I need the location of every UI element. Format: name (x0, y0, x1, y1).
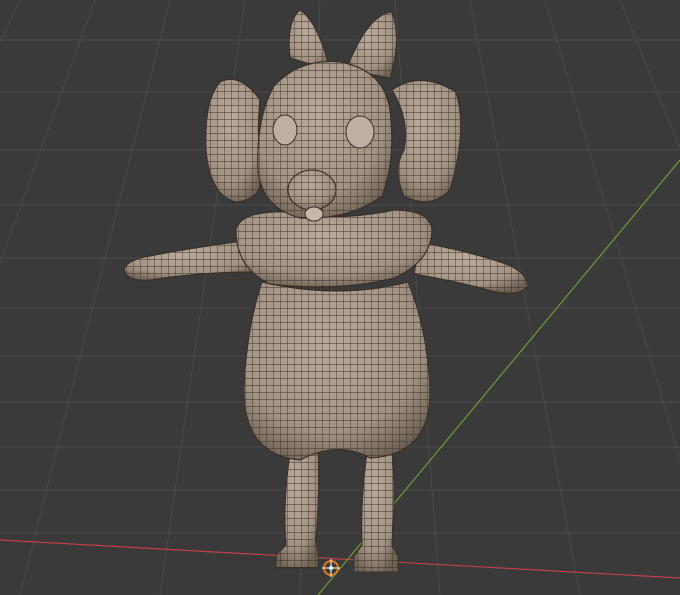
3d-viewport[interactable] (0, 0, 680, 595)
viewport-canvas[interactable] (0, 0, 680, 595)
